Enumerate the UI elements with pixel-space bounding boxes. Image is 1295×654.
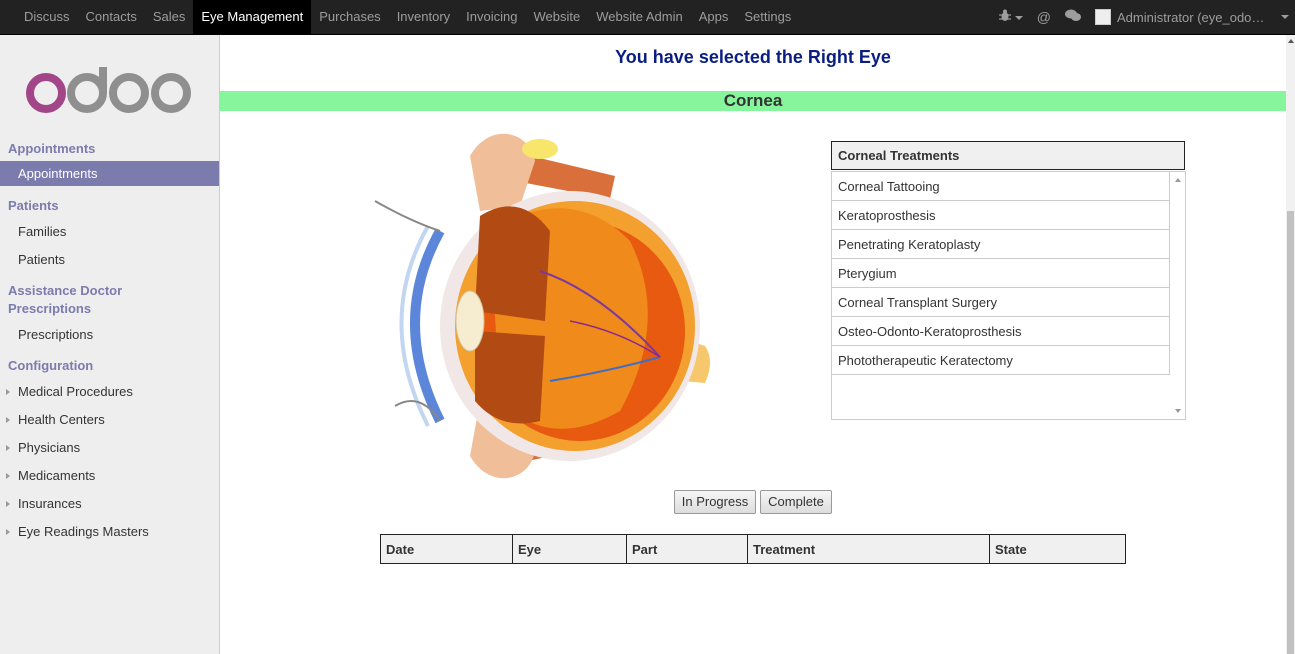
chat-icon[interactable] — [1065, 9, 1081, 25]
chevron-down-icon — [1014, 16, 1023, 21]
expand-caret-icon — [6, 445, 10, 451]
sidebar: Appointments Appointments Patients Famil… — [0, 35, 220, 654]
menu-eye-management[interactable]: Eye Management — [193, 0, 312, 34]
complete-button[interactable]: Complete — [760, 490, 832, 514]
menu-purchases[interactable]: Purchases — [311, 0, 388, 34]
sidebar-item-label: Medicaments — [18, 468, 96, 483]
scroll-up-arrow-icon[interactable] — [1288, 39, 1294, 43]
expand-caret-icon — [6, 473, 10, 479]
column-header-eye[interactable]: Eye — [512, 534, 627, 564]
treatments-list[interactable]: Corneal Tattooing Keratoprosthesis Penet… — [831, 171, 1186, 420]
top-navbar: Discuss Contacts Sales Eye Management Pu… — [0, 0, 1295, 35]
treatment-option[interactable]: Corneal Tattooing — [832, 172, 1170, 201]
sidebar-item-label: Medical Procedures — [18, 384, 133, 399]
treatment-option[interactable]: Pterygium — [832, 259, 1170, 288]
sidebar-item-label: Physicians — [18, 440, 81, 455]
page-scrollbar[interactable] — [1286, 35, 1295, 654]
user-menu[interactable]: Administrator (eye_odo… — [1117, 10, 1277, 25]
sidebar-item-patients[interactable]: Patients — [0, 247, 219, 272]
odoo-logo[interactable] — [24, 63, 194, 119]
column-header-part[interactable]: Part — [626, 534, 748, 564]
chevron-down-icon[interactable] — [1281, 15, 1289, 19]
sidebar-item-label: Health Centers — [18, 412, 105, 427]
sidebar-item-label: Eye Readings Masters — [18, 524, 149, 539]
treatment-option[interactable]: Keratoprosthesis — [832, 201, 1170, 230]
eye-anatomy-image[interactable] — [370, 121, 725, 491]
menu-contacts[interactable]: Contacts — [78, 0, 145, 34]
table-header-row: Date Eye Part Treatment State — [380, 534, 1126, 564]
sidebar-item-eye-readings-masters[interactable]: Eye Readings Masters — [0, 519, 219, 544]
scrollbar-thumb[interactable] — [1287, 211, 1294, 654]
navbar-right: @ Administrator (eye_odo… — [998, 0, 1295, 34]
treatment-records-table: Date Eye Part Treatment State — [380, 534, 1126, 564]
sidebar-section-patients: Patients — [8, 198, 59, 213]
scroll-up-arrow-icon[interactable] — [1175, 178, 1181, 182]
treatment-option[interactable]: Penetrating Keratoplasty — [832, 230, 1170, 259]
treatment-option[interactable]: Corneal Transplant Surgery — [832, 288, 1170, 317]
sidebar-section-appointments: Appointments — [8, 141, 96, 156]
bug-icon[interactable] — [998, 9, 1023, 25]
sidebar-item-prescriptions[interactable]: Prescriptions — [0, 322, 219, 347]
sidebar-section-prescriptions: Assistance Doctor Prescriptions — [8, 283, 123, 316]
sidebar-item-families[interactable]: Families — [0, 219, 219, 244]
menu-inventory[interactable]: Inventory — [389, 0, 458, 34]
scroll-down-arrow-icon[interactable] — [1175, 409, 1181, 413]
main-menu: Discuss Contacts Sales Eye Management Pu… — [16, 0, 799, 34]
sidebar-item-medicaments[interactable]: Medicaments — [0, 463, 219, 488]
sidebar-item-insurances[interactable]: Insurances — [0, 491, 219, 516]
expand-caret-icon — [6, 389, 10, 395]
sidebar-item-medical-procedures[interactable]: Medical Procedures — [0, 379, 219, 404]
expand-caret-icon — [6, 529, 10, 535]
expand-caret-icon — [6, 501, 10, 507]
menu-sales[interactable]: Sales — [145, 0, 194, 34]
menu-invoicing[interactable]: Invoicing — [458, 0, 525, 34]
expand-caret-icon — [6, 417, 10, 423]
column-header-state[interactable]: State — [989, 534, 1126, 564]
sidebar-section-configuration: Configuration — [8, 358, 94, 373]
menu-website-admin[interactable]: Website Admin — [588, 0, 690, 34]
in-progress-button[interactable]: In Progress — [674, 490, 756, 514]
main-content: You have selected the Right Eye Cornea C… — [220, 35, 1286, 654]
column-header-treatment[interactable]: Treatment — [747, 534, 990, 564]
at-icon[interactable]: @ — [1037, 9, 1051, 25]
treatment-option[interactable]: Phototherapeutic Keratectomy — [832, 346, 1170, 375]
menu-apps[interactable]: Apps — [691, 0, 737, 34]
part-title: Cornea — [220, 91, 1286, 111]
sidebar-item-label: Insurances — [18, 496, 82, 511]
sidebar-item-physicians[interactable]: Physicians — [0, 435, 219, 460]
menu-discuss[interactable]: Discuss — [16, 0, 78, 34]
column-header-date[interactable]: Date — [380, 534, 513, 564]
menu-settings[interactable]: Settings — [736, 0, 799, 34]
avatar[interactable] — [1095, 9, 1111, 25]
treatment-option[interactable]: Osteo-Odonto-Keratoprosthesis — [832, 317, 1170, 346]
menu-website[interactable]: Website — [525, 0, 588, 34]
page-title: You have selected the Right Eye — [615, 47, 891, 67]
sidebar-item-appointments[interactable]: Appointments — [0, 161, 219, 186]
sidebar-item-health-centers[interactable]: Health Centers — [0, 407, 219, 432]
treatments-header: Corneal Treatments — [831, 141, 1185, 170]
